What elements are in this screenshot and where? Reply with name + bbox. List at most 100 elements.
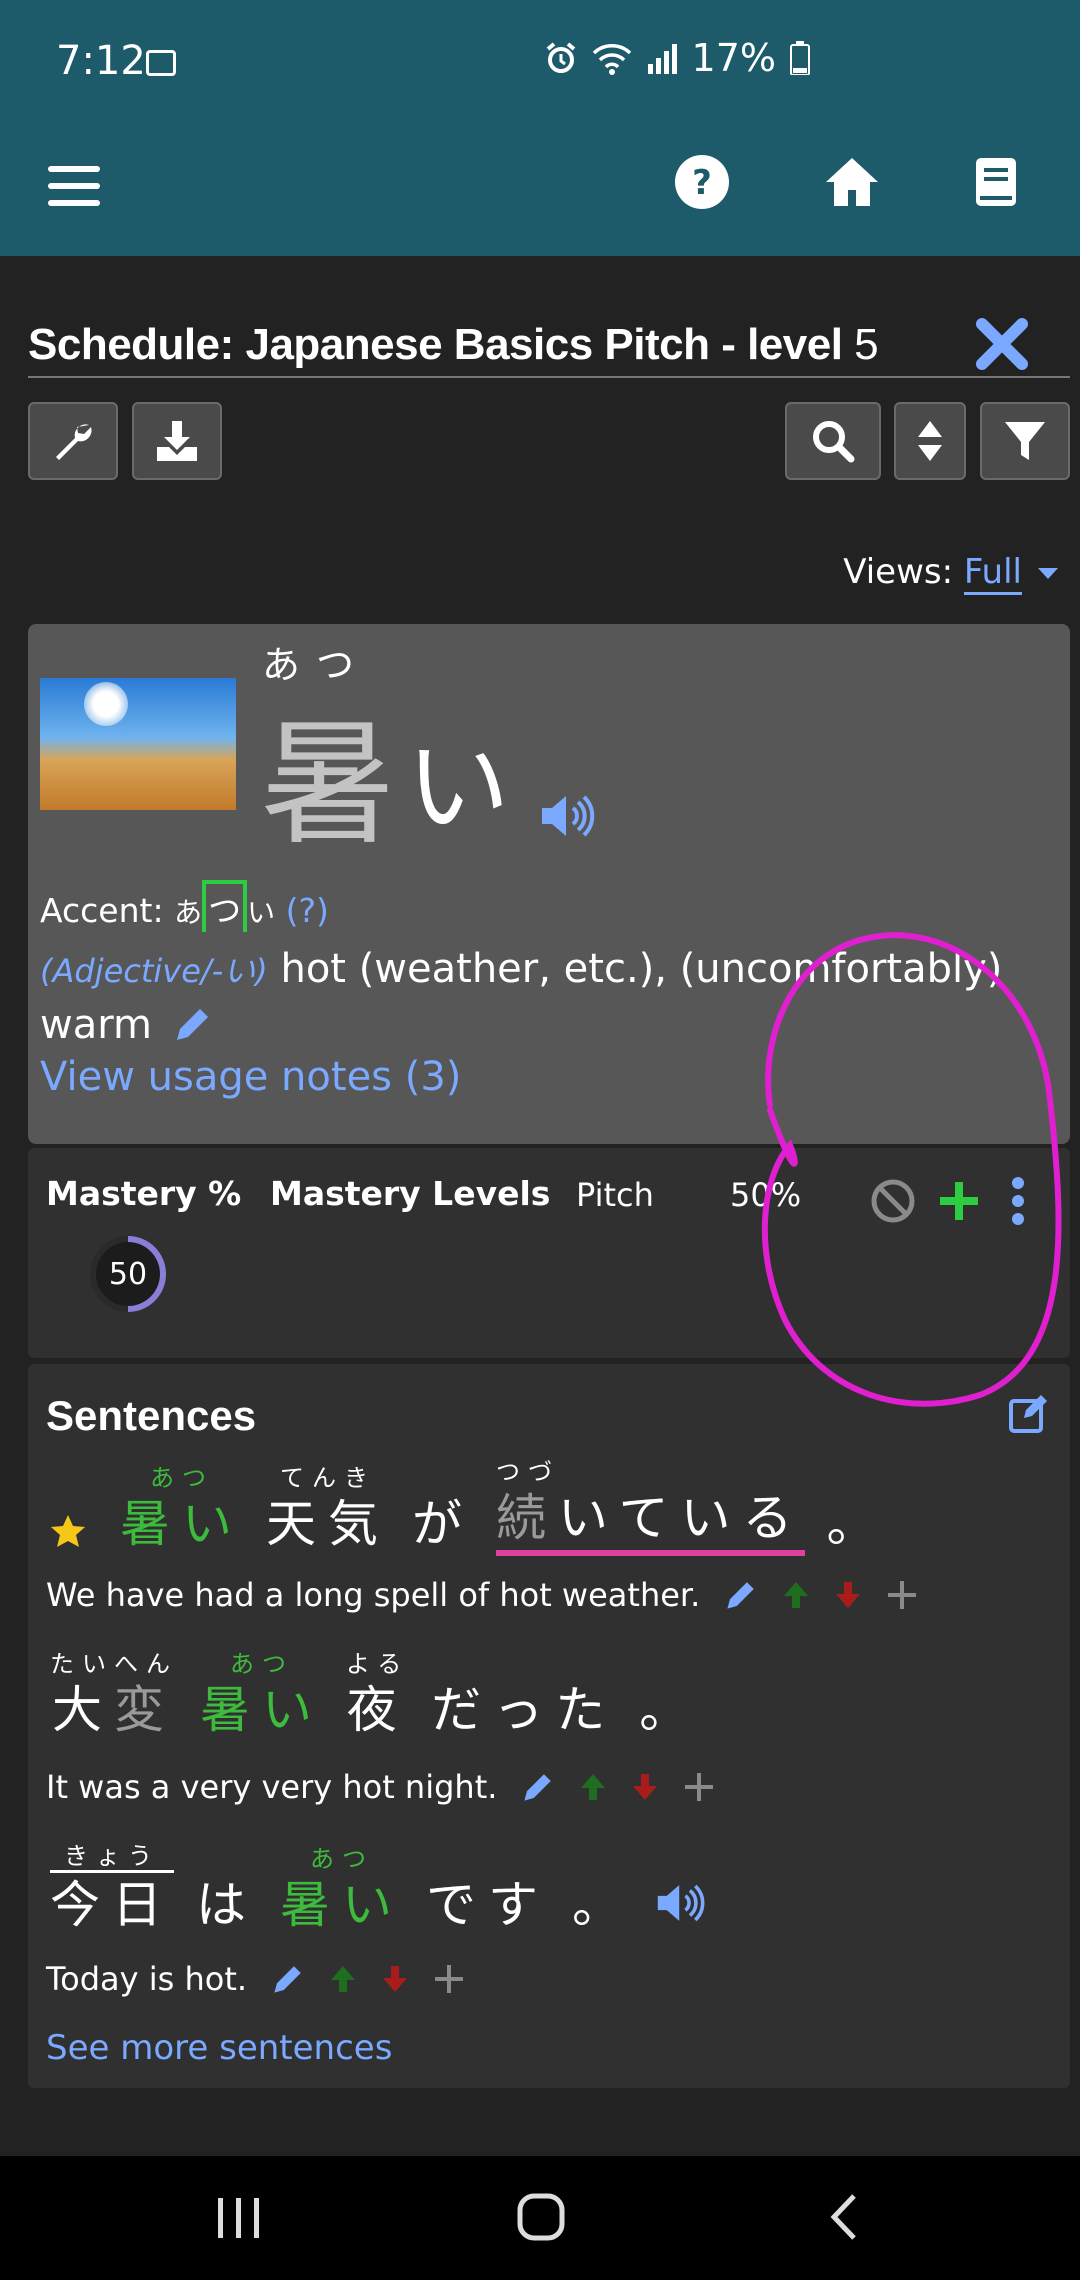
sentence-2-japanese: たいへん 大変 あつ 暑い よる夜 だった 。	[50, 1650, 723, 1742]
word-token: 。	[639, 1681, 702, 1739]
close-icon[interactable]	[972, 314, 1032, 374]
status-time: 7:12	[56, 38, 146, 84]
pencil-icon[interactable]	[271, 1962, 305, 1996]
filter-button[interactable]	[980, 402, 1070, 480]
word-token[interactable]: よる夜	[346, 1650, 409, 1742]
word-token[interactable]: あつ 暑い	[280, 1845, 404, 1937]
word-token: 。	[826, 1495, 889, 1553]
mastery-ring: 50	[90, 1236, 166, 1312]
word-token[interactable]: は	[196, 1845, 258, 1937]
download-icon	[157, 421, 197, 461]
word-token[interactable]: が	[412, 1464, 474, 1556]
accent-high-mora: つ	[202, 880, 248, 932]
menu-icon[interactable]	[48, 166, 100, 206]
arrow-up-icon[interactable]	[782, 1580, 810, 1610]
vocab-kanji: 暑	[260, 706, 396, 864]
pencil-icon[interactable]	[173, 1004, 213, 1044]
views-value[interactable]: Full	[963, 552, 1022, 595]
definition: (Adjective/-い) hot (weather, etc.), (unc…	[40, 942, 1050, 1052]
arrow-up-icon[interactable]	[579, 1772, 607, 1802]
title-underline	[28, 376, 1070, 378]
pitch-label: Pitch	[576, 1176, 654, 1214]
star-icon[interactable]	[50, 1514, 86, 1548]
sentence-1-english: We have had a long spell of hot weather.	[46, 1576, 918, 1614]
accent-row: Accent: あつい (?)	[40, 880, 329, 932]
help-icon[interactable]: ?	[672, 152, 732, 212]
views-label: Views:	[843, 552, 954, 592]
plus-icon[interactable]	[433, 1963, 465, 1995]
accent-label: Accent:	[40, 891, 164, 930]
search-button[interactable]	[785, 402, 881, 480]
speaker-icon[interactable]	[656, 1883, 706, 1923]
pencil-icon[interactable]	[724, 1578, 758, 1612]
search-icon	[813, 421, 855, 463]
system-nav-bar	[0, 2156, 1080, 2280]
recents-icon[interactable]	[214, 2196, 264, 2240]
settings-button[interactable]	[28, 402, 118, 480]
mastery-percent-tab[interactable]: Mastery %	[46, 1174, 241, 1213]
plus-icon[interactable]	[886, 1579, 918, 1611]
signal-icon	[647, 44, 677, 74]
home-nav-icon[interactable]	[516, 2192, 566, 2242]
arrow-down-icon[interactable]	[631, 1772, 659, 1802]
sentence-3-english: Today is hot.	[46, 1960, 465, 1998]
gallery-notification-icon	[146, 50, 176, 76]
filter-icon	[1005, 422, 1045, 460]
part-of-speech[interactable]: (Adjective/-い)	[40, 952, 268, 990]
usage-notes-link[interactable]: View usage notes (3)	[40, 1054, 461, 1100]
status-bar: 7:12 17%	[0, 0, 1080, 128]
chevron-down-icon[interactable]	[1038, 568, 1058, 579]
word-token[interactable]: たいへん 大変	[50, 1650, 178, 1742]
word-token[interactable]: です	[426, 1845, 550, 1937]
back-icon[interactable]	[826, 2192, 860, 2242]
plus-icon[interactable]	[683, 1771, 715, 1803]
word-token: 。	[572, 1876, 634, 1934]
see-more-sentences-link[interactable]: See more sentences	[46, 2028, 392, 2068]
speaker-icon[interactable]	[540, 794, 596, 838]
pitch-percent: 50%	[730, 1176, 802, 1214]
wifi-icon	[592, 44, 631, 75]
word-token-highlighted[interactable]: つづ 続いている	[496, 1458, 805, 1556]
more-vert-icon[interactable]	[1008, 1176, 1028, 1226]
sentence-1-translation: We have had a long spell of hot weather.	[46, 1576, 701, 1614]
svg-text:?: ?	[692, 163, 712, 203]
vocab-kana: い	[406, 726, 511, 848]
schedule-level: 5	[854, 320, 879, 369]
sun-glare	[84, 682, 128, 726]
views-selector[interactable]: Views: Full	[843, 552, 1058, 595]
alarm-icon	[546, 42, 575, 73]
word-token[interactable]: あつ 暑い	[120, 1464, 244, 1556]
book-icon[interactable]	[966, 152, 1026, 212]
vocab-card: あつ 暑 い Accent: あつい (?) (Adjective/-い) ho…	[28, 624, 1070, 1144]
main-content: Schedule: Japanese Basics Pitch - level …	[0, 256, 1080, 2156]
accent-help-link[interactable]: (?)	[286, 891, 329, 930]
sort-icon	[918, 421, 942, 461]
accent-mora-1: あ	[174, 896, 203, 929]
pencil-icon[interactable]	[521, 1770, 555, 1804]
mastery-ring-value: 50	[96, 1242, 160, 1306]
word-token[interactable]: きょう 今日	[50, 1842, 174, 1937]
arrow-down-icon[interactable]	[381, 1964, 409, 1994]
sentence-1-japanese: あつ 暑い てんき 天気 が つづ 続いている 。	[120, 1458, 911, 1556]
mastery-levels-tab[interactable]: Mastery Levels	[270, 1174, 550, 1213]
schedule-title: Schedule: Japanese Basics Pitch - level	[28, 320, 843, 369]
app-bar: ?	[0, 128, 1080, 256]
sentence-2-translation: It was a very very hot night.	[46, 1768, 498, 1806]
accent-mora-3: い	[247, 896, 276, 929]
download-button[interactable]	[132, 402, 222, 480]
edit-box-icon[interactable]	[1008, 1392, 1050, 1434]
word-token[interactable]: あつ 暑い	[200, 1650, 324, 1742]
word-token[interactable]: だった	[431, 1650, 617, 1742]
sentences-panel: Sentences あつ 暑い てんき 天気 が つづ 続いている 。 We have…	[28, 1364, 1070, 2088]
page-title: Schedule: Japanese Basics Pitch - level …	[28, 320, 879, 370]
arrow-up-icon[interactable]	[329, 1964, 357, 1994]
sort-button[interactable]	[894, 402, 966, 480]
plus-icon[interactable]	[936, 1178, 982, 1224]
sentence-3-translation: Today is hot.	[46, 1960, 248, 1998]
ban-icon[interactable]	[870, 1178, 916, 1224]
home-icon[interactable]	[822, 152, 882, 212]
wrench-icon	[56, 424, 92, 460]
battery-percent: 17%	[691, 36, 776, 80]
arrow-down-icon[interactable]	[834, 1580, 862, 1610]
word-token[interactable]: てんき 天気	[266, 1464, 390, 1556]
